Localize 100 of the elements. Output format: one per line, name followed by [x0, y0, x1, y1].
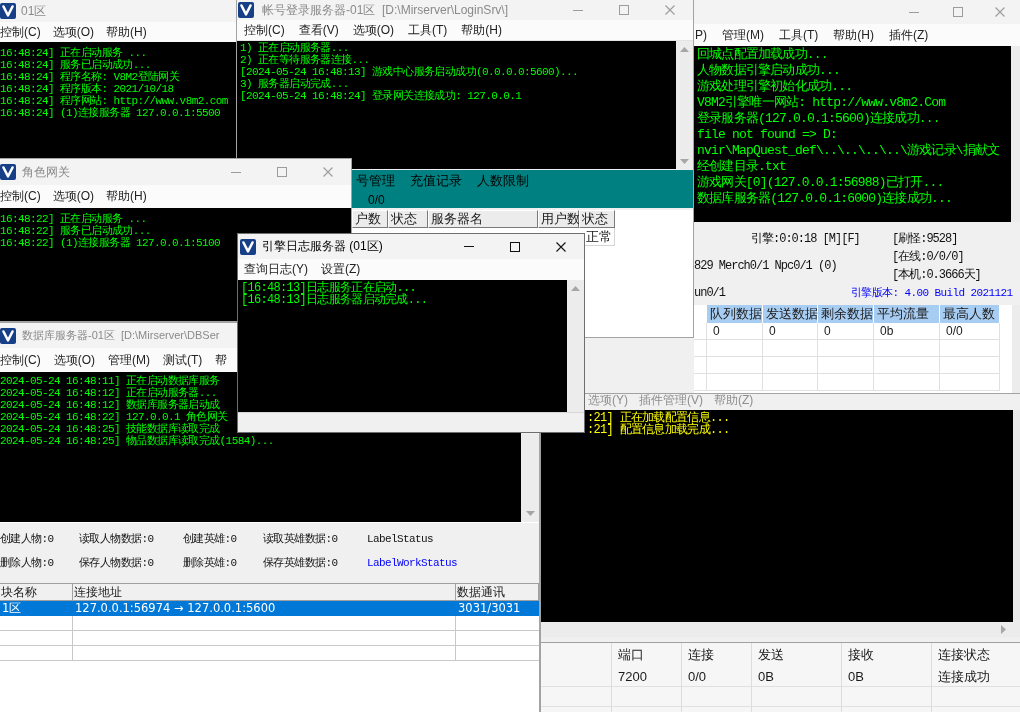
- column-header[interactable]: 接收: [842, 643, 932, 667]
- column-header[interactable]: 发送数据: [763, 305, 818, 323]
- log-line: 游戏网关[0](127.0.0.1:56988)已打开...: [697, 175, 944, 191]
- vertical-scrollbar[interactable]: [1013, 410, 1020, 622]
- menu-item[interactable]: 插件(Z): [889, 26, 929, 44]
- log-line: 2024-05-24 16:48:25] 技能数据库读取完成: [0, 423, 220, 435]
- column-header[interactable]: 连接: [682, 643, 752, 667]
- status-label: [在线:0/0/0]: [892, 250, 964, 264]
- status-label: LabelStatus: [367, 533, 433, 545]
- menu-item[interactable]: 帮助(H): [106, 23, 147, 41]
- column-header[interactable]: 连接地址: [73, 584, 456, 601]
- log-line: [2024-05-24 16:48:13] 游戏中心服务启动成功(0.0.0.0:5600)...: [240, 66, 579, 78]
- menu-item[interactable]: 选项(O): [52, 188, 94, 205]
- column-header[interactable]: 用户数: [538, 210, 579, 228]
- down-arrow-icon: [680, 159, 689, 164]
- vertical-scrollbar[interactable]: [676, 41, 693, 169]
- window-title: 帐号登录服务器-01区 [D:\Mirserver\LoginSrv\]: [262, 1, 509, 19]
- table-cell-text: 0B: [847, 668, 865, 686]
- column-header[interactable]: 端口: [612, 643, 682, 667]
- log-line: 2) 正在等待服务器连接...: [240, 54, 370, 66]
- column-header[interactable]: 连接状态: [932, 643, 1020, 667]
- status-label: 829 Merch0/1 Npc0/1 (0): [694, 259, 837, 273]
- log-line: nvir\MapQuest_def\..\..\..\..\游戏记录\捐献文: [697, 143, 1000, 159]
- status-label: [刷怪:9528]: [892, 232, 958, 246]
- close-icon: [323, 167, 333, 177]
- status-label: 读取英雄数据:0: [263, 533, 338, 545]
- column-header[interactable]: 发送: [752, 643, 842, 667]
- table-cell-text: 0: [712, 323, 721, 340]
- menu-item[interactable]: P): [695, 28, 707, 42]
- log-line: 16:48:24] (1)连接服务器 127.0.0.1:5500: [0, 107, 221, 119]
- toolbar-tab[interactable]: 充值记录: [410, 172, 462, 190]
- column-header[interactable]: 服务器名: [428, 210, 538, 228]
- column-header[interactable]: 户数: [352, 210, 388, 228]
- menu-item[interactable]: 控制(C): [0, 188, 41, 205]
- log-line: 16:48:22] (1)连接服务器 127.0.0.1:5100: [0, 237, 221, 249]
- menu-item[interactable]: 帮: [215, 351, 228, 369]
- menu-item[interactable]: 帮助(H): [461, 21, 502, 39]
- minimize-icon: [909, 11, 919, 13]
- vertical-scrollbar[interactable]: [521, 434, 539, 522]
- menu-item[interactable]: 管理(M): [722, 26, 764, 44]
- log-line: file not found => D:: [697, 127, 838, 143]
- column-header[interactable]: 状态: [388, 210, 428, 228]
- table-cell-text: 127.0.0.1:56974 → 127.0.0.1:5600: [74, 601, 277, 616]
- menu-item[interactable]: 工具(T): [779, 26, 819, 44]
- table-row[interactable]: 1区 127.0.0.1:56974 → 127.0.0.1:5600 3031/3031: [0, 601, 539, 616]
- menu-item[interactable]: 查询日志(Y): [244, 261, 308, 278]
- table-cell-text: 0: [768, 323, 777, 340]
- menu-item[interactable]: 测试(T): [163, 351, 203, 369]
- maximize-icon: [619, 5, 629, 15]
- column-header[interactable]: 最高人数: [940, 305, 1000, 323]
- log-line: 回城点配置加载成功...: [697, 47, 828, 63]
- menu-item[interactable]: 管理(M): [108, 351, 150, 369]
- menu-item[interactable]: 选项(O): [52, 23, 94, 41]
- window-title: 01区: [21, 2, 47, 20]
- log-line: 16:48:24] 程序名称: V8M2登陆网关: [0, 71, 180, 83]
- menu-item[interactable]: 工具(T): [408, 21, 448, 39]
- column-header[interactable]: 块名称: [0, 584, 73, 601]
- column-header[interactable]: 队列数据: [707, 305, 763, 323]
- log-line: [2024-05-24 16:48:24] 登录网关连接成功: 127.0.0.1: [240, 90, 522, 102]
- up-arrow-icon: [571, 286, 580, 291]
- menu-item[interactable]: 设置(Z): [321, 261, 361, 278]
- column-header[interactable]: 剩余数据: [818, 305, 874, 323]
- menu-item[interactable]: 查看(V): [298, 21, 339, 39]
- menu-item[interactable]: 帮助(H): [833, 26, 874, 44]
- vertical-scrollbar[interactable]: [567, 280, 584, 412]
- log-line: 2024-05-24 16:48:22] 127.0.0.1 角色网关: [0, 411, 228, 423]
- menu-item[interactable]: 控制(C): [244, 21, 285, 39]
- window-title: 引擎日志服务器 (01区): [262, 238, 383, 255]
- menu-item[interactable]: 控制(C): [0, 23, 41, 41]
- vertical-scrollbar[interactable]: [1012, 305, 1020, 393]
- table-cell-text: 连接成功: [937, 668, 991, 686]
- toolbar-tab[interactable]: 号管理: [356, 172, 395, 190]
- log-line: 2024-05-24 16:48:11] 正在启动数据库服务: [0, 375, 220, 387]
- column-header[interactable]: 数据通讯: [456, 584, 539, 601]
- close-icon: [556, 241, 566, 252]
- vertical-scrollbar[interactable]: [1011, 46, 1020, 222]
- menu-item[interactable]: 帮助(H): [106, 188, 147, 205]
- status-label: 创建英雄:0: [183, 533, 237, 545]
- horizontal-scrollbar[interactable]: [541, 622, 1020, 637]
- log-line: 16:48:24] 服务已启动成功...: [0, 59, 151, 71]
- minimize-icon: [231, 171, 241, 173]
- maximize-icon: [953, 7, 963, 17]
- log-line: 16:48:24] 程序网站: http://www.v8m2.com: [0, 95, 228, 107]
- menu-item[interactable]: 控制(C): [0, 351, 41, 369]
- column-header[interactable]: 状态: [579, 210, 615, 228]
- status-label: LabelWorkStatus: [367, 557, 458, 569]
- table-cell-text: 0/0: [687, 668, 708, 686]
- log-line: 16:48:22] 正在启动服务 ...: [0, 213, 147, 225]
- menu-item[interactable]: 选项(O): [352, 21, 394, 39]
- log-line: [16:48:13]日志服务正在启动...: [241, 282, 416, 294]
- menu-item[interactable]: 选项(O): [53, 351, 95, 369]
- log-line: 游戏处理引擎初始化成功...: [697, 79, 853, 95]
- toolbar-tab[interactable]: 人数限制: [477, 172, 529, 190]
- table-cell-text: 3031/3031: [457, 601, 522, 616]
- status-label: 保存英雄数据:0: [263, 557, 338, 569]
- column-header[interactable]: 平均流量: [874, 305, 940, 323]
- window-title: 数据库服务器-01区 [D:\Mirserver\DBSer: [22, 328, 220, 343]
- log-line: 经创建目录.txt: [697, 159, 786, 175]
- up-arrow-icon: [680, 47, 689, 52]
- status-label: 保存人物数据:0: [79, 557, 154, 569]
